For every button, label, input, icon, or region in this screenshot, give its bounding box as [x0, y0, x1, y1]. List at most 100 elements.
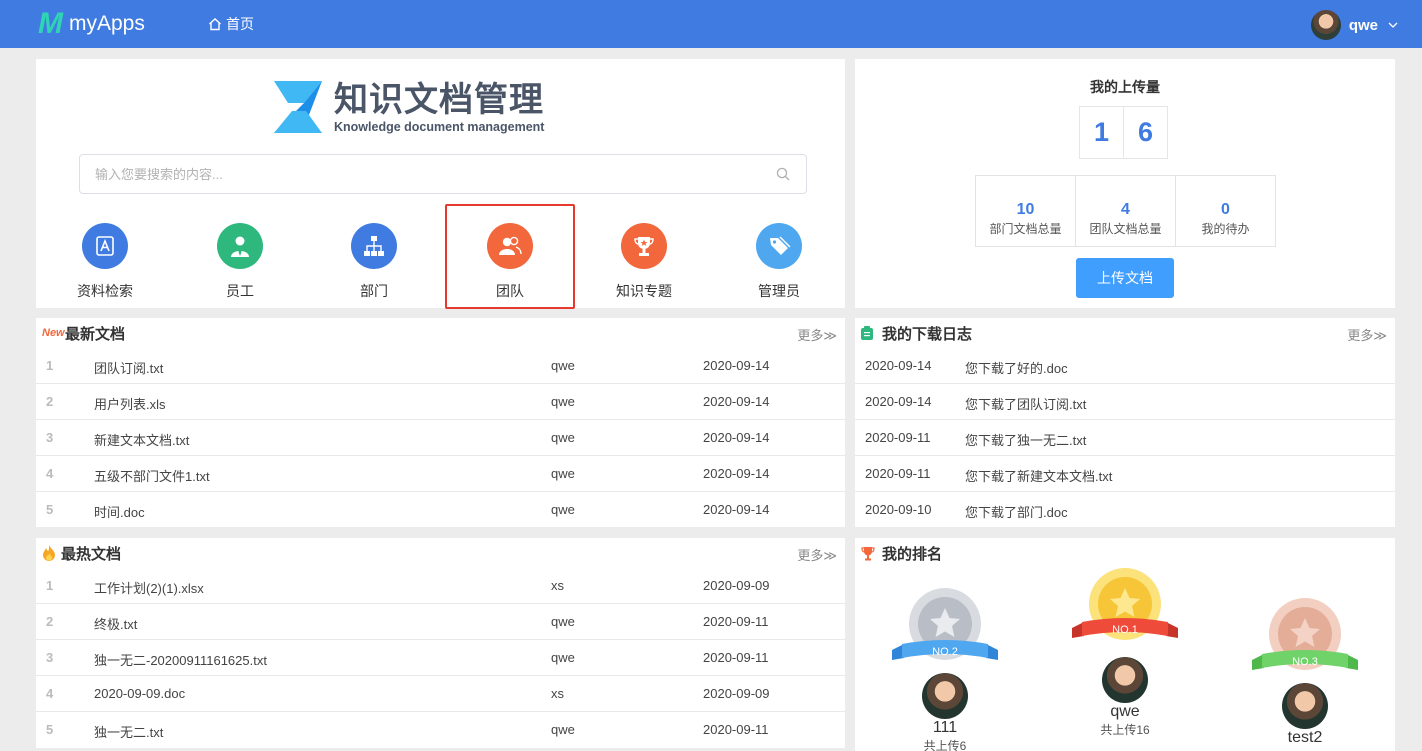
doc-date: 2020-09-14 [703, 358, 770, 373]
quick-link-department[interactable]: 部门 [309, 211, 439, 301]
new-badge-icon: New [42, 327, 65, 339]
svg-text:NO.2: NO.2 [932, 646, 958, 658]
quick-link-label: 知识专题 [616, 283, 672, 299]
quick-link-search[interactable]: 资料检索 [40, 211, 170, 301]
trophy-icon [621, 223, 667, 269]
doc-name[interactable]: 新建文本文档.txt [94, 430, 189, 449]
doc-user: qwe [551, 614, 575, 629]
doc-name[interactable]: 2020-09-09.doc [94, 686, 185, 701]
employee-icon [217, 223, 263, 269]
doc-date: 2020-09-11 [703, 650, 769, 665]
log-message: 您下载了新建文本文档.txt [965, 469, 1113, 484]
row-index: 4 [46, 686, 54, 701]
quick-link-admin[interactable]: 管理员 [714, 211, 844, 301]
panel-title: 我的排名 [882, 545, 943, 563]
stat-value: 10 [1016, 201, 1035, 218]
table-row[interactable]: 4 五级不部门文件1.txt qwe 2020-09-14 [36, 456, 845, 492]
doc-user: qwe [551, 430, 575, 445]
rank-avatar [922, 673, 968, 719]
svg-text:NO.3: NO.3 [1292, 656, 1318, 668]
more-link[interactable]: 更多≫ [1347, 325, 1387, 344]
panel-header: 我的排名 [855, 538, 1395, 568]
list-item[interactable]: 2020-09-14 您下载了好的.doc [855, 348, 1395, 384]
doc-name[interactable]: 五级不部门文件1.txt [94, 466, 210, 485]
doc-name[interactable]: 独一无二.txt [94, 722, 163, 741]
stat-my-todo[interactable]: 0 我的待办 [1176, 176, 1275, 246]
table-row[interactable]: 2 用户列表.xls qwe 2020-09-14 [36, 384, 845, 420]
more-link[interactable]: 更多≫ [797, 545, 837, 564]
quick-link-employee[interactable]: 员工 [175, 211, 305, 301]
more-link[interactable]: 更多≫ [797, 325, 837, 344]
rank-item-1[interactable]: NO.1 qwe 共上传16 [1070, 568, 1180, 738]
rank-upload-count: 共上传16 [1100, 723, 1150, 737]
list-item[interactable]: 2020-09-10 您下载了部门.doc [855, 492, 1395, 528]
stat-value: 0 [1221, 201, 1230, 218]
table-row[interactable]: 4 2020-09-09.doc xs 2020-09-09 [36, 676, 845, 712]
panel-title: 最新文档 [65, 325, 126, 343]
doc-date: 2020-09-09 [703, 578, 770, 593]
doc-user: qwe [551, 466, 575, 481]
search-panel: 知识文档管理 Knowledge document management 资料检… [36, 59, 845, 309]
trophy-small-icon [861, 545, 879, 561]
quick-link-team[interactable]: 团队 [445, 204, 575, 309]
log-date: 2020-09-10 [865, 502, 932, 517]
upload-title: 我的上传量 [1090, 79, 1160, 95]
home-icon [209, 18, 221, 31]
home-label: 首页 [226, 16, 254, 32]
stat-label: 团队文档总量 [1089, 222, 1162, 236]
rank-name: test2 [1287, 729, 1323, 746]
table-row[interactable]: 1 工作计划(2)(1).xlsx xs 2020-09-09 [36, 568, 845, 604]
search-icon[interactable] [776, 167, 790, 181]
search-input[interactable] [95, 155, 775, 193]
table-row[interactable]: 2 终极.txt qwe 2020-09-11 [36, 604, 845, 640]
quick-link-topics[interactable]: 知识专题 [579, 211, 709, 301]
rank-item-2[interactable]: NO.2 111 共上传6 [890, 588, 1000, 751]
row-index: 3 [46, 430, 54, 445]
clipboard-icon [861, 325, 879, 341]
user-name: qwe [1348, 16, 1378, 34]
list-item[interactable]: 2020-09-11 您下载了新建文本文档.txt [855, 456, 1395, 492]
upload-panel: 我的上传量 1 6 10 部门文档总量 4 团队文档总量 0 我的待办 上传文档 [855, 59, 1395, 308]
rank-item-3[interactable]: NO.3 test2 [1250, 598, 1360, 747]
app-name: myApps [69, 12, 145, 35]
quick-link-label: 管理员 [758, 283, 800, 299]
user-menu[interactable]: qwe [1310, 10, 1398, 40]
table-row[interactable]: 5 时间.doc qwe 2020-09-14 [36, 492, 845, 528]
log-message: 您下载了独一无二.txt [965, 433, 1087, 448]
log-message: 您下载了部门.doc [965, 505, 1068, 520]
stat-dept-docs[interactable]: 10 部门文档总量 [976, 176, 1076, 246]
doc-name[interactable]: 独一无二-20200911161625.txt [94, 650, 267, 669]
doc-name[interactable]: 工作计划(2)(1).xlsx [94, 578, 204, 597]
log-date: 2020-09-11 [865, 466, 931, 481]
svg-text:NO.1: NO.1 [1112, 624, 1138, 636]
download-list: 2020-09-14 您下载了好的.doc 2020-09-14 您下载了团队订阅.… [855, 348, 1395, 528]
app-logo[interactable]: M myApps [38, 9, 145, 39]
panel-header: 我的下载日志 [855, 318, 1395, 348]
stat-team-docs[interactable]: 4 团队文档总量 [1076, 176, 1176, 246]
panel-header: New 最新文档 [36, 318, 845, 348]
upload-document-button[interactable]: 上传文档 [1076, 258, 1174, 298]
rank-avatar [1102, 657, 1148, 703]
doc-user: qwe [551, 394, 575, 409]
doc-name[interactable]: 终极.txt [94, 614, 137, 633]
row-index: 5 [46, 722, 54, 737]
hot-docs-panel: 最热文档 更多≫ 1 工作计划(2)(1).xlsx xs 2020-09-09 2 终… [36, 538, 845, 748]
upload-count: 1 6 [1079, 106, 1168, 159]
doc-user: qwe [551, 502, 575, 517]
doc-name[interactable]: 用户列表.xls [94, 394, 166, 413]
quick-link-label: 资料检索 [77, 283, 133, 299]
list-item[interactable]: 2020-09-14 您下载了团队订阅.txt [855, 384, 1395, 420]
doc-name[interactable]: 团队订阅.txt [94, 358, 163, 377]
table-row[interactable]: 5 独一无二.txt qwe 2020-09-11 [36, 712, 845, 748]
panel-title: 我的下载日志 [882, 325, 973, 343]
home-nav-link[interactable]: 首页 [208, 14, 254, 34]
top-nav-bar: M myApps 首页 qwe [0, 0, 1422, 48]
table-row[interactable]: 1 团队订阅.txt qwe 2020-09-14 [36, 348, 845, 384]
list-item[interactable]: 2020-09-11 您下载了独一无二.txt [855, 420, 1395, 456]
brand-subtitle: Knowledge document management [334, 120, 545, 134]
panel-header: 最热文档 [36, 538, 845, 568]
doc-name[interactable]: 时间.doc [94, 502, 145, 521]
table-row[interactable]: 3 独一无二-20200911161625.txt qwe 2020-09-11 [36, 640, 845, 676]
upload-digit: 6 [1123, 106, 1168, 159]
table-row[interactable]: 3 新建文本文档.txt qwe 2020-09-14 [36, 420, 845, 456]
